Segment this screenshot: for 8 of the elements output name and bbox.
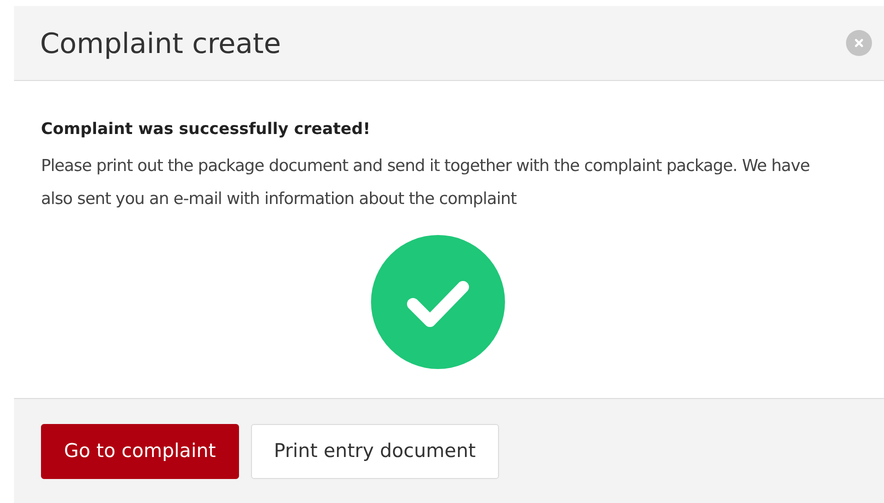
checkmark-icon	[370, 235, 504, 369]
success-heading: Complaint was successfully created!	[41, 118, 372, 140]
print-document-button[interactable]: Print entry document	[250, 424, 499, 478]
go-to-complaint-button[interactable]: Go to complaint	[41, 424, 239, 478]
success-message: Please print out the package document and send it together with the complaint package. We have also sent you an e-mail with information about the complaint	[41, 155, 811, 210]
close-button[interactable]	[846, 30, 872, 56]
close-icon	[853, 37, 865, 49]
dialog-title: Complaint create	[40, 26, 281, 60]
